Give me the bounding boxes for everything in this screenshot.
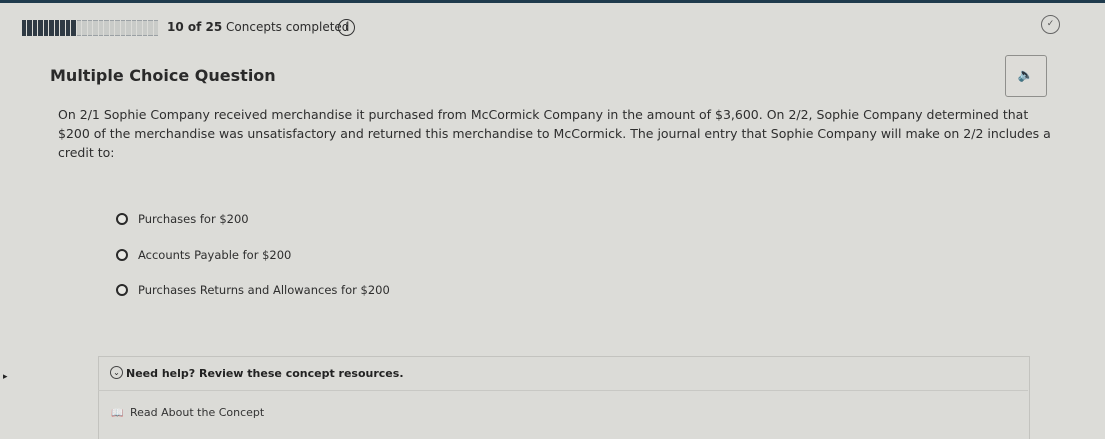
chevron-down-icon[interactable]: ⌄ xyxy=(110,366,123,379)
progress-segment xyxy=(98,20,104,36)
answer-option[interactable]: Purchases Returns and Allowances for $20… xyxy=(116,283,390,297)
progress-segment xyxy=(148,20,153,36)
help-divider xyxy=(98,390,1028,391)
progress-segment xyxy=(87,20,93,36)
question-text: On 2/1 Sophie Company received merchandi… xyxy=(58,107,1051,160)
status-icon: ✓ xyxy=(1041,15,1060,34)
answer-option-label[interactable]: Purchases Returns and Allowances for $20… xyxy=(138,283,390,297)
answer-option-label[interactable]: Accounts Payable for $200 xyxy=(138,248,291,262)
progress-segment xyxy=(126,20,131,36)
progress-segment xyxy=(142,20,148,36)
progress-segment xyxy=(82,20,87,36)
speaker-icon[interactable]: 🔈 xyxy=(1005,55,1047,97)
progress-segment xyxy=(38,20,43,36)
read-concept-link[interactable]: Read About the Concept xyxy=(130,406,264,419)
progress-segment xyxy=(49,20,54,36)
progress-label: 10 of 25 Concepts completed xyxy=(167,20,349,34)
book-icon: 📖 xyxy=(111,408,124,419)
progress-segment xyxy=(27,20,32,36)
progress-segment xyxy=(115,20,120,36)
side-caret-icon: ▸ xyxy=(3,372,8,382)
progress-suffix: Concepts completed xyxy=(226,20,350,34)
radio-button[interactable] xyxy=(116,284,128,296)
progress-segment xyxy=(60,20,65,36)
progress-segment xyxy=(54,20,60,36)
progress-segment xyxy=(76,20,82,36)
info-icon[interactable]: i xyxy=(338,19,355,36)
progress-segment xyxy=(104,20,109,36)
progress-segment xyxy=(32,20,38,36)
progress-segment xyxy=(153,20,159,36)
radio-button[interactable] xyxy=(116,213,128,225)
help-title[interactable]: Need help? Review these concept resource… xyxy=(126,367,404,380)
answer-option-label[interactable]: Purchases for $200 xyxy=(138,212,249,226)
progress-segment xyxy=(22,20,27,36)
progress-bar xyxy=(22,20,159,36)
progress-segment xyxy=(65,20,71,36)
progress-count: 10 of 25 xyxy=(167,20,223,34)
progress-segment xyxy=(109,20,115,36)
progress-segment xyxy=(131,20,137,36)
top-bar xyxy=(0,0,1105,3)
progress-segment xyxy=(71,20,76,36)
progress-segment xyxy=(120,20,126,36)
question-type-title: Multiple Choice Question xyxy=(50,66,276,85)
answer-option[interactable]: Purchases for $200 xyxy=(116,212,249,226)
progress-segment xyxy=(93,20,98,36)
progress-segment xyxy=(43,20,49,36)
radio-button[interactable] xyxy=(116,249,128,261)
answer-option[interactable]: Accounts Payable for $200 xyxy=(116,248,291,262)
progress-segment xyxy=(137,20,142,36)
